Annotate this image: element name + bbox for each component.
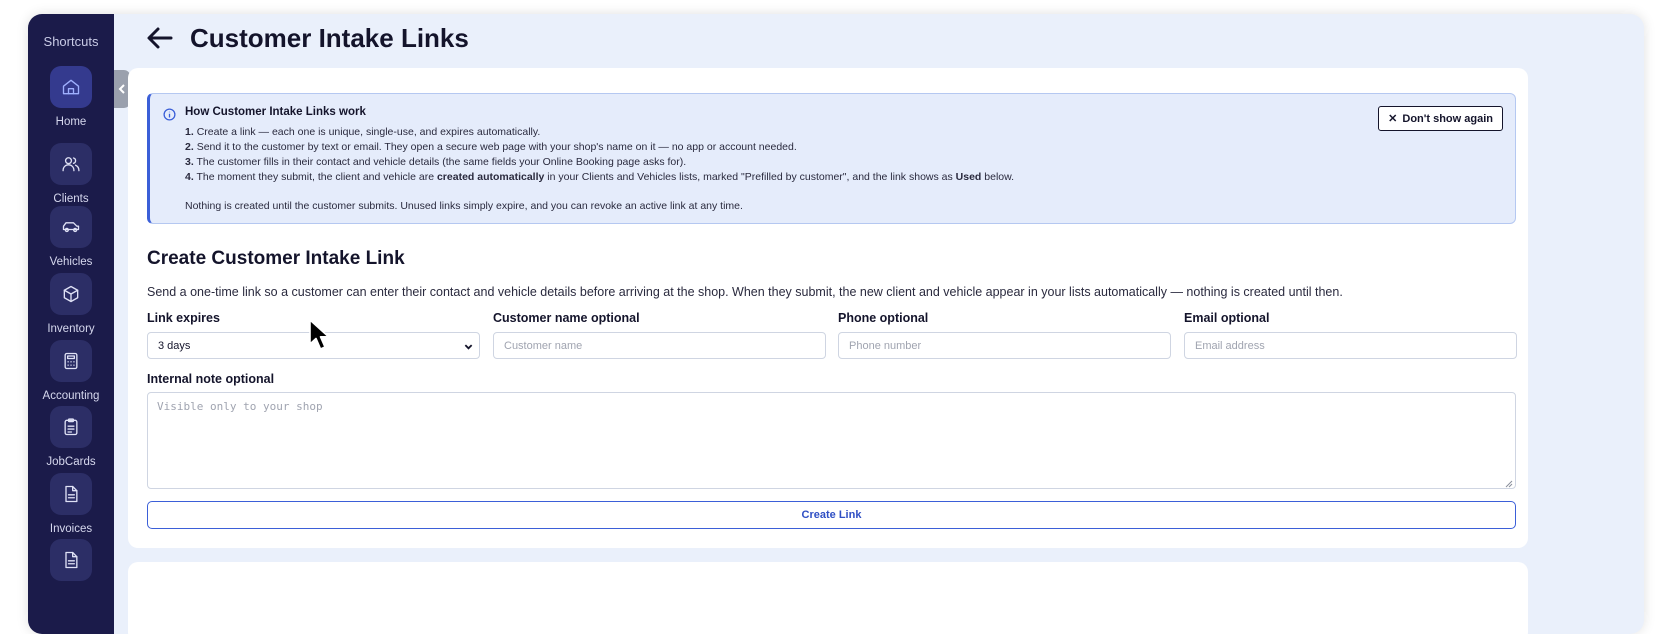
back-button[interactable] (146, 24, 176, 54)
arrow-left-icon (147, 27, 173, 49)
page-title: Customer Intake Links (190, 23, 469, 53)
sidebar-item-jobcards[interactable]: JobCards (28, 406, 114, 468)
resize-grip-icon[interactable] (1505, 478, 1513, 488)
link-expires-label: Link expires (147, 311, 220, 325)
dont-show-again-button[interactable]: ✕ Don't show again (1378, 106, 1503, 131)
info-steps-list: 1. Create a link — each one is unique, s… (185, 125, 1014, 185)
customer-name-input[interactable]: Customer name (493, 332, 826, 359)
link-expires-value: 3 days (158, 339, 191, 352)
clipboard-icon (50, 406, 92, 448)
intake-link-card: How Customer Intake Links work 1. Create… (128, 68, 1528, 548)
internal-note-placeholder: Visible only to your shop (157, 400, 323, 413)
sidebar-item-label: Inventory (47, 323, 95, 335)
sidebar-item-home[interactable]: Home (28, 66, 114, 128)
info-step: 3. The customer fills in their contact a… (185, 156, 687, 168)
sidebar-item-label: Home (55, 116, 87, 128)
info-step: 1. Create a link — each one is unique, s… (185, 126, 541, 138)
form-description: Send a one-time link so a customer can e… (147, 285, 1343, 299)
email-placeholder: Email address (1195, 339, 1265, 352)
document-icon (50, 539, 92, 581)
sidebar-item-label: JobCards (46, 456, 96, 468)
shortcuts-label: Shortcuts (43, 34, 99, 49)
box-icon (50, 273, 92, 315)
users-icon (50, 143, 92, 185)
home-icon (50, 66, 92, 108)
sidebar: Shortcuts Home Clients Vehicles Inventor… (28, 14, 114, 634)
links-list-card (128, 562, 1528, 634)
info-step: 4. The moment they submit, the client an… (185, 171, 1015, 183)
dont-show-again-label: Don't show again (1402, 112, 1493, 125)
phone-label: Phone optional (838, 311, 929, 325)
form-title: Create Customer Intake Link (147, 248, 405, 269)
phone-placeholder: Phone number (849, 339, 922, 352)
mouse-cursor-icon (308, 318, 332, 352)
sidebar-item-label: Invoices (49, 523, 93, 535)
customer-name-label: Customer name optional (493, 311, 640, 325)
internal-note-label: Internal note optional (147, 372, 275, 386)
invoice-icon (50, 473, 92, 515)
create-link-button[interactable]: Create Link (147, 501, 1516, 529)
phone-input[interactable]: Phone number (838, 332, 1171, 359)
sidebar-item-clients[interactable]: Clients (28, 143, 114, 205)
sidebar-item-inventory[interactable]: Inventory (28, 273, 114, 335)
sidebar-item-documents[interactable] (28, 539, 114, 589)
calculator-icon (50, 340, 92, 382)
app-window: Shortcuts Home Clients Vehicles Inventor… (28, 14, 1644, 634)
sidebar-item-vehicles[interactable]: Vehicles (28, 206, 114, 268)
close-icon: ✕ (1388, 113, 1398, 125)
sidebar-item-label: Clients (53, 193, 89, 205)
info-banner-footer: Nothing is created until the customer su… (185, 200, 743, 212)
sidebar-item-label: Accounting (42, 390, 100, 402)
car-icon (50, 206, 92, 248)
info-icon (163, 108, 176, 121)
email-input[interactable]: Email address (1184, 332, 1517, 359)
sidebar-item-label: Vehicles (49, 256, 93, 268)
sidebar-item-accounting[interactable]: Accounting (28, 340, 114, 402)
email-label: Email optional (1184, 311, 1270, 325)
info-banner-title: How Customer Intake Links work (185, 106, 366, 118)
info-banner: How Customer Intake Links work 1. Create… (147, 93, 1516, 224)
customer-name-placeholder: Customer name (504, 339, 583, 352)
sidebar-item-invoices[interactable]: Invoices (28, 473, 114, 535)
info-step: 2. Send it to the customer by text or em… (185, 141, 797, 153)
chevron-left-icon (118, 84, 125, 94)
internal-note-textarea[interactable]: Visible only to your shop (147, 392, 1516, 489)
chevron-down-icon (464, 342, 473, 351)
